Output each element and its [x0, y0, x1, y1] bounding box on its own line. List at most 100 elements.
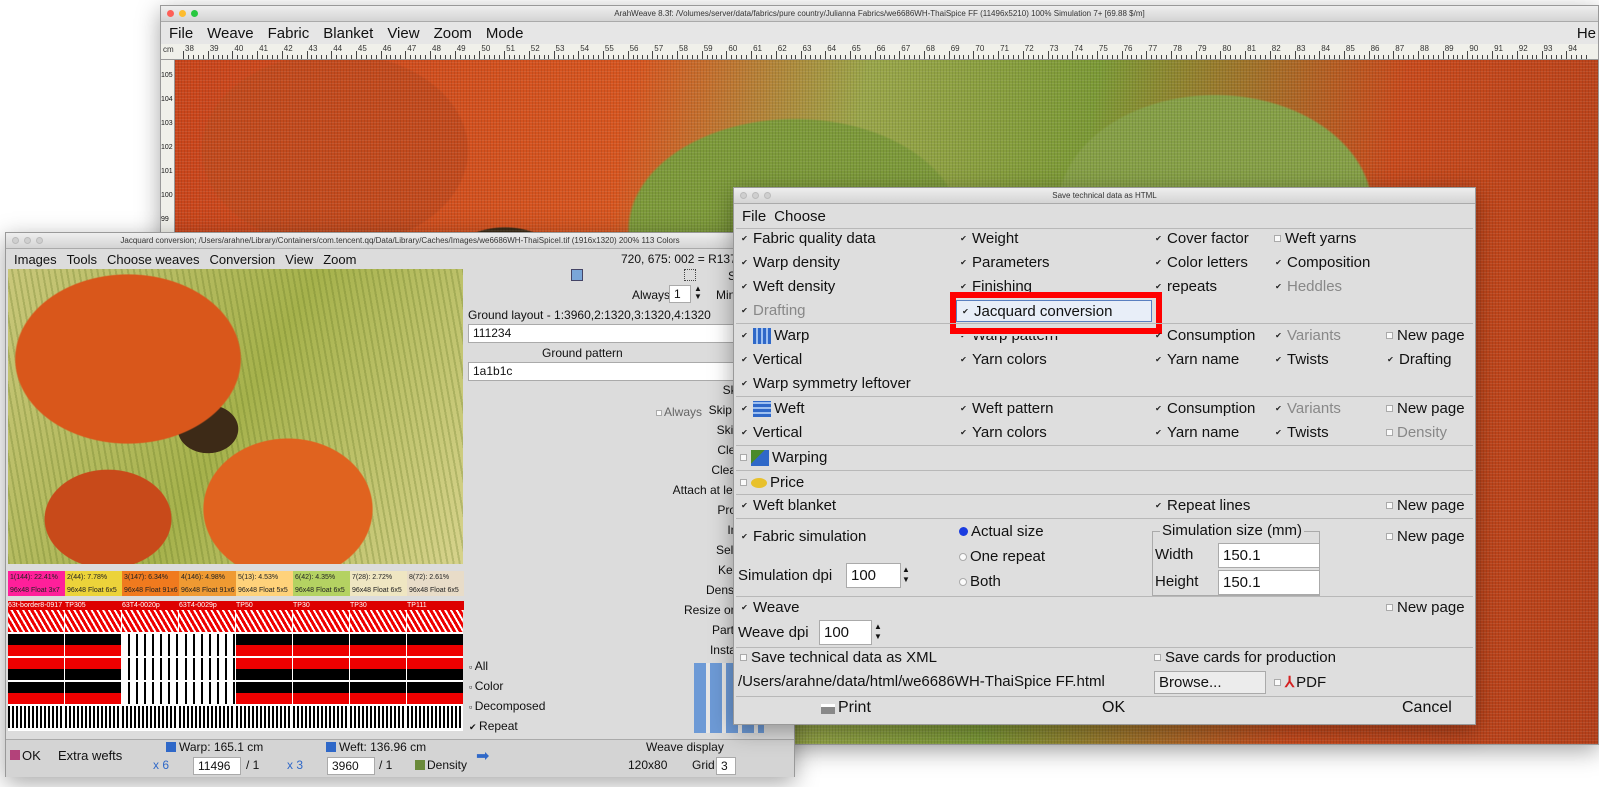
color-swatch[interactable]: 3(147): 6.34%: [122, 571, 179, 585]
checkbox[interactable]: ✔: [959, 404, 968, 413]
checkbox[interactable]: ✔: [959, 234, 968, 243]
weave-cell[interactable]: [65, 634, 121, 656]
weave-cell[interactable]: [179, 706, 235, 728]
checkbox[interactable]: [740, 454, 747, 461]
simulation-new-page-option[interactable]: New page: [1386, 528, 1465, 545]
weave-cell[interactable]: [350, 682, 406, 704]
weave-cell[interactable]: [293, 706, 349, 728]
weave-option[interactable]: ✔ Weave: [740, 599, 799, 616]
menu-help[interactable]: He: [1577, 25, 1596, 42]
weave-cell[interactable]: [407, 658, 463, 680]
browse-button[interactable]: Browse...: [1154, 671, 1266, 694]
weave-dpi-stepper[interactable]: ▲ ▼: [874, 622, 882, 642]
weave-cell[interactable]: [236, 634, 292, 656]
weft-divisor[interactable]: / 1: [379, 758, 392, 772]
checkbox[interactable]: ✔: [959, 428, 968, 437]
menu-zoom[interactable]: Zoom: [434, 25, 472, 42]
weave-cell[interactable]: [407, 682, 463, 704]
minimize-icon[interactable]: [752, 192, 759, 199]
weave-cell[interactable]: [293, 682, 349, 704]
weft-picks-input[interactable]: 3960: [327, 757, 375, 775]
print-button[interactable]: Print: [838, 699, 871, 717]
color-swatch[interactable]: 5(13): 4.53%: [236, 571, 293, 585]
menu-mode[interactable]: Mode: [486, 25, 524, 42]
menu-fabric[interactable]: Fabric: [268, 25, 310, 42]
weave-cell[interactable]: [179, 682, 235, 704]
menu-blanket[interactable]: Blanket: [323, 25, 373, 42]
menu-choose-weaves[interactable]: Choose weaves: [107, 252, 200, 267]
one-repeat-radio[interactable]: One repeat: [959, 548, 1045, 565]
save-cards-option[interactable]: Save cards for production: [1154, 649, 1336, 666]
weave-dpi-input[interactable]: 100: [819, 620, 872, 645]
color-swatch[interactable]: 1(144): 22.41%: [8, 571, 65, 585]
composition-option[interactable]: ✔ Composition: [1274, 254, 1370, 271]
height-input[interactable]: 150.1: [1218, 570, 1320, 595]
weave-cell[interactable]: [122, 610, 178, 632]
weave-cell[interactable]: [350, 658, 406, 680]
menu-view[interactable]: View: [387, 25, 419, 42]
image-preview[interactable]: [8, 269, 463, 564]
checkbox[interactable]: ✔: [740, 532, 749, 541]
menu-file[interactable]: File: [169, 25, 193, 42]
weft-yarn-colors-option[interactable]: ✔ Yarn colors: [959, 424, 1047, 441]
fabric-quality-data-option[interactable]: ✔ Fabric quality data: [740, 230, 875, 247]
checkbox[interactable]: ✔: [740, 258, 749, 267]
checkbox[interactable]: [1386, 332, 1393, 339]
zoom-icon[interactable]: [36, 237, 43, 244]
weave-cell[interactable]: [179, 658, 235, 680]
weave-cell[interactable]: [122, 682, 178, 704]
color-swatch[interactable]: 6(42): 4.35%: [293, 571, 350, 585]
weave-cell[interactable]: [65, 682, 121, 704]
checkbox[interactable]: ✔: [740, 379, 749, 388]
blanket-new-page-option[interactable]: New page: [1386, 497, 1465, 514]
parameters-option[interactable]: ✔ Parameters: [959, 254, 1049, 271]
weave-cell[interactable]: [8, 610, 64, 632]
close-icon[interactable]: [167, 10, 174, 17]
arrow-icon[interactable]: ➡: [476, 746, 489, 766]
checkbox[interactable]: ✔: [1154, 234, 1163, 243]
color-swatch-weave[interactable]: 96x48 Float 5x5: [236, 585, 293, 596]
weave-cell[interactable]: [407, 634, 463, 656]
warp-yarn-colors-option[interactable]: ✔ Yarn colors: [959, 351, 1047, 368]
menu-file[interactable]: File: [742, 208, 766, 225]
display-radio[interactable]: ▫ Decomposed: [469, 699, 545, 713]
weave-cell[interactable]: [179, 610, 235, 632]
weave-cell[interactable]: [8, 658, 64, 680]
menu-tools[interactable]: Tools: [67, 252, 97, 267]
menu-conversion[interactable]: Conversion: [210, 252, 276, 267]
weave-cell[interactable]: [122, 706, 178, 728]
simulation-dpi-stepper[interactable]: ▲ ▼: [902, 565, 910, 585]
color-letters-option[interactable]: ✔ Color letters: [1154, 254, 1248, 271]
weave-cell[interactable]: [122, 658, 178, 680]
fabric-simulation-option[interactable]: ✔ Fabric simulation: [740, 528, 866, 545]
color-swatch-weave[interactable]: 96x48 Float 3x7: [8, 585, 65, 596]
always-skip-checkbox[interactable]: [656, 410, 662, 416]
extra-wefts-button[interactable]: Extra wefts: [58, 748, 122, 763]
weave-cell[interactable]: [350, 634, 406, 656]
radio-icon[interactable]: [959, 552, 967, 561]
weave-cell[interactable]: [407, 610, 463, 632]
weave-cell[interactable]: [293, 610, 349, 632]
always-stepper[interactable]: ▲ ▼: [694, 285, 702, 301]
color-swatch[interactable]: 7(28): 2.72%: [350, 571, 407, 585]
color-swatch-weave[interactable]: 96x48 Float 6x5: [350, 585, 407, 596]
always-input[interactable]: 1: [669, 285, 691, 303]
warping-option[interactable]: Warping: [740, 449, 827, 466]
radio-selected-icon[interactable]: [959, 527, 968, 536]
warp-twists-option[interactable]: ✔ Twists: [1274, 351, 1329, 368]
weave-cell[interactable]: [236, 610, 292, 632]
color-swatch[interactable]: 2(44): 7.78%: [65, 571, 122, 585]
display-radio[interactable]: ▫ Color: [469, 679, 503, 693]
warp-divisor[interactable]: / 1: [246, 758, 259, 772]
display-radio[interactable]: ▫ All: [469, 659, 488, 673]
width-input[interactable]: 150.1: [1218, 543, 1320, 568]
checkbox[interactable]: ✔: [740, 331, 749, 340]
close-icon[interactable]: [12, 237, 19, 244]
display-radio[interactable]: ✔ Repeat: [469, 719, 518, 733]
grid-input[interactable]: 3: [716, 757, 736, 775]
checkbox[interactable]: ✔: [740, 501, 749, 510]
weft-new-page-option[interactable]: New page: [1386, 400, 1465, 417]
warp-vertical-option[interactable]: ✔ Vertical: [740, 351, 802, 368]
color-swatch-weave[interactable]: 96x48 Float 91x6: [179, 585, 236, 596]
checkbox[interactable]: ✔: [740, 355, 749, 364]
